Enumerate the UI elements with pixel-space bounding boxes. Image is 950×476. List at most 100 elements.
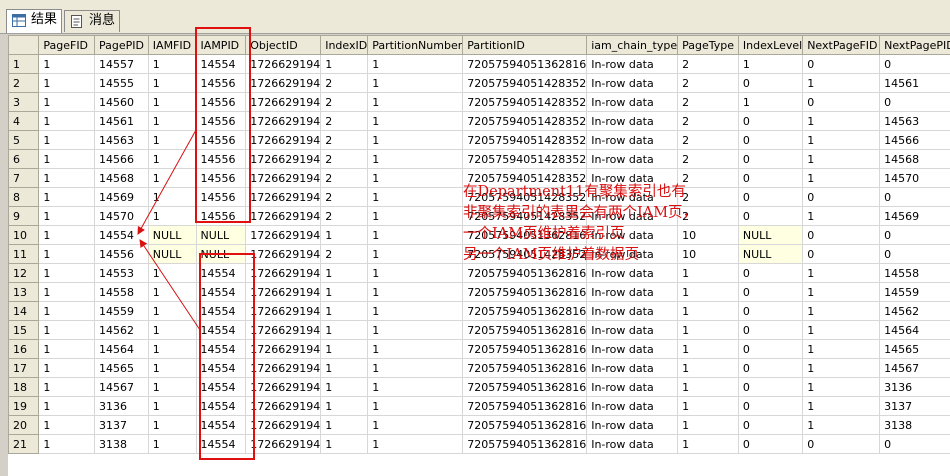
row-number-cell[interactable]: 4 [8, 111, 40, 131]
table-cell[interactable]: 1 [677, 263, 739, 283]
table-cell[interactable]: In-row data [586, 339, 679, 359]
table-cell[interactable]: NULL [737, 244, 804, 264]
table-cell[interactable]: 3137 [94, 415, 149, 435]
table-cell[interactable]: 14554 [195, 396, 247, 416]
table-cell[interactable]: 1726629194 [245, 320, 322, 340]
table-row[interactable]: 6 1 14566 1 14556 1726629194 2 1 720575940514283… [8, 149, 950, 169]
table-cell[interactable]: 1 [147, 282, 197, 302]
table-cell[interactable]: 14554 [195, 415, 247, 435]
row-number-cell[interactable]: 12 [8, 263, 40, 283]
table-cell[interactable]: 1 [38, 244, 96, 264]
table-cell[interactable]: 1 [147, 168, 197, 188]
table-cell[interactable]: 1 [802, 358, 881, 378]
table-cell[interactable]: 0 [737, 206, 804, 226]
table-cell[interactable]: 14564 [94, 339, 149, 359]
table-cell[interactable]: 14559 [879, 282, 950, 302]
column-header[interactable]: PageType [677, 35, 739, 55]
table-cell[interactable]: 14556 [195, 206, 247, 226]
column-header[interactable]: PartitionNumber [367, 35, 464, 55]
table-cell[interactable]: 1 [147, 206, 197, 226]
table-cell[interactable]: 0 [879, 54, 950, 74]
table-cell[interactable]: 1 [147, 149, 197, 169]
table-row[interactable]: 1 1 14557 1 14554 1726629194 1 1 720575940513628… [8, 54, 950, 74]
table-cell[interactable]: 14561 [94, 111, 149, 131]
table-cell[interactable]: 0 [879, 434, 950, 454]
row-number-cell[interactable]: 21 [8, 434, 40, 454]
table-cell[interactable]: 72057594051362816 [462, 339, 588, 359]
table-cell[interactable]: 1 [367, 130, 464, 150]
table-cell[interactable]: 3136 [879, 377, 950, 397]
table-cell[interactable]: 1 [38, 434, 96, 454]
table-cell[interactable]: 2 [320, 206, 369, 226]
table-cell[interactable]: 14561 [879, 73, 950, 93]
table-cell[interactable]: 1 [320, 358, 369, 378]
table-cell[interactable]: 72057594051362816 [462, 377, 588, 397]
row-number-cell[interactable]: 5 [8, 130, 40, 150]
column-header[interactable]: PartitionID [462, 35, 588, 55]
table-cell[interactable]: 3136 [94, 396, 149, 416]
table-cell[interactable]: 0 [737, 377, 804, 397]
table-cell[interactable]: 14556 [94, 244, 149, 264]
table-cell[interactable]: 2 [320, 149, 369, 169]
row-number-cell[interactable]: 15 [8, 320, 40, 340]
table-cell[interactable]: 1 [38, 73, 96, 93]
table-cell[interactable]: In-row data [586, 301, 679, 321]
table-cell[interactable]: 0 [737, 187, 804, 207]
row-number-cell[interactable]: 19 [8, 396, 40, 416]
table-cell[interactable]: 14568 [879, 149, 950, 169]
row-number-cell[interactable]: 6 [8, 149, 40, 169]
table-cell[interactable]: In-row data [586, 149, 679, 169]
table-cell[interactable]: 1 [38, 415, 96, 435]
table-cell[interactable]: 14554 [195, 320, 247, 340]
table-cell[interactable]: 1726629194 [245, 54, 322, 74]
table-cell[interactable]: In-row data [586, 92, 679, 112]
table-cell[interactable]: 72057594051362816 [462, 301, 588, 321]
table-cell[interactable]: In-row data [586, 434, 679, 454]
table-cell[interactable]: 14558 [94, 282, 149, 302]
table-cell[interactable]: 0 [737, 168, 804, 188]
table-cell[interactable]: 1 [38, 358, 96, 378]
table-cell[interactable]: 1 [38, 282, 96, 302]
table-cell[interactable]: 1 [367, 54, 464, 74]
table-cell[interactable]: In-row data [586, 415, 679, 435]
table-cell[interactable]: 1 [147, 320, 197, 340]
table-cell[interactable]: 72057594051362816 [462, 396, 588, 416]
table-cell[interactable]: 2 [320, 244, 369, 264]
table-cell[interactable]: 14554 [195, 263, 247, 283]
column-header[interactable]: PagePID [94, 35, 149, 55]
table-cell[interactable]: 1 [802, 396, 881, 416]
table-row[interactable]: 14 1 14559 1 14554 1726629194 1 1 72057594051362… [8, 301, 950, 321]
column-header[interactable]: iam_chain_type [586, 35, 679, 55]
table-cell[interactable]: 14553 [94, 263, 149, 283]
table-cell[interactable]: NULL [195, 244, 247, 264]
table-cell[interactable]: 0 [737, 111, 804, 131]
table-cell[interactable]: 2 [320, 168, 369, 188]
table-cell[interactable]: In-row data [586, 130, 679, 150]
table-cell[interactable]: 72057594051362816 [462, 282, 588, 302]
table-cell[interactable]: 1 [802, 320, 881, 340]
table-cell[interactable]: 1726629194 [245, 263, 322, 283]
table-cell[interactable]: 1 [802, 111, 881, 131]
table-cell[interactable]: 0 [737, 434, 804, 454]
table-cell[interactable]: 72057594051428352 [462, 92, 588, 112]
table-cell[interactable]: 1726629194 [245, 396, 322, 416]
table-cell[interactable]: 1 [677, 282, 739, 302]
table-cell[interactable]: 14557 [94, 54, 149, 74]
tab-results[interactable]: 结果 [6, 9, 62, 33]
table-cell[interactable]: 1 [320, 301, 369, 321]
table-cell[interactable]: 1 [38, 206, 96, 226]
table-cell[interactable]: 3138 [879, 415, 950, 435]
table-cell[interactable]: 14559 [94, 301, 149, 321]
table-cell[interactable]: 10 [677, 225, 739, 245]
table-cell[interactable]: 14556 [195, 187, 247, 207]
table-cell[interactable]: 1 [802, 149, 881, 169]
table-cell[interactable]: 1 [38, 396, 96, 416]
table-cell[interactable]: 72057594051362816 [462, 320, 588, 340]
table-cell[interactable]: 1726629194 [245, 244, 322, 264]
table-row[interactable]: 21 1 3138 1 14554 1726629194 1 1 720575940513628… [8, 434, 950, 454]
table-cell[interactable]: 1 [38, 301, 96, 321]
table-cell[interactable]: 14554 [195, 54, 247, 74]
table-cell[interactable]: 14566 [94, 149, 149, 169]
table-cell[interactable]: 1 [147, 111, 197, 131]
row-number-cell[interactable]: 13 [8, 282, 40, 302]
